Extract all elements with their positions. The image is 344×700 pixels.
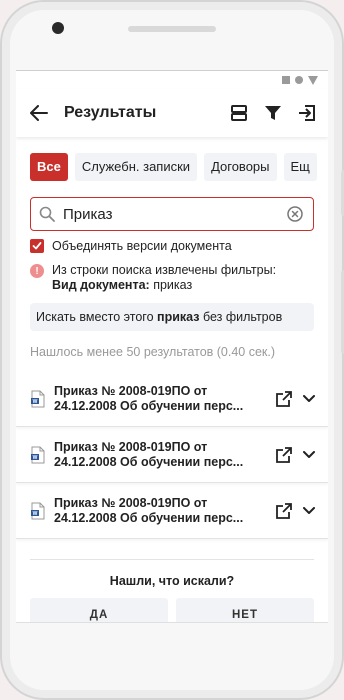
- logout-icon[interactable]: [296, 102, 318, 124]
- search-without-filters-button[interactable]: Искать вместо этого приказ без фильтров: [30, 303, 314, 331]
- merge-versions-label: Объединять версии документа: [52, 239, 232, 253]
- filter-key: Вид документа:: [52, 278, 150, 292]
- search-field[interactable]: Приказ: [30, 197, 314, 231]
- search-input[interactable]: Приказ: [63, 206, 287, 223]
- search-icon: [39, 205, 57, 223]
- status-square-icon: [282, 76, 290, 84]
- result-title-line: Приказ № 2008-019ПО от: [54, 383, 208, 398]
- alt-search-term: приказ: [157, 310, 200, 324]
- result-title-line: Приказ № 2008-019ПО от: [54, 439, 208, 454]
- clear-icon[interactable]: [287, 205, 305, 223]
- open-external-icon[interactable]: [274, 389, 294, 409]
- svg-text:W: W: [33, 511, 38, 517]
- chip-more[interactable]: Ещ: [283, 153, 317, 181]
- alt-search-prefix: Искать вместо этого: [36, 310, 158, 324]
- word-doc-icon: W: [30, 446, 46, 464]
- result-item[interactable]: W Приказ № 2008-019ПО от 24.12.2008 Об о…: [16, 483, 328, 539]
- result-title-line: 24.12.2008 Об обучении перс...: [54, 454, 244, 469]
- notice-line: Из строки поиска извлечены фильтры:: [52, 263, 277, 277]
- extracted-filters-notice: ! Из строки поиска извлечены фильтры: Ви…: [30, 263, 314, 293]
- chevron-down-icon[interactable]: [300, 390, 318, 408]
- no-button[interactable]: НЕТ: [176, 598, 314, 622]
- result-item[interactable]: W Приказ № 2008-019ПО от 24.12.2008 Об о…: [16, 371, 328, 427]
- feedback-question: Нашли, что искали?: [109, 574, 235, 588]
- view-toggle-icon[interactable]: [228, 102, 250, 124]
- svg-text:W: W: [33, 399, 38, 405]
- results-list: W Приказ № 2008-019ПО от 24.12.2008 Об о…: [16, 371, 328, 539]
- chevron-down-icon[interactable]: [300, 446, 318, 464]
- app-bar: Результаты: [16, 89, 328, 137]
- result-item[interactable]: W Приказ № 2008-019ПО от 24.12.2008 Об о…: [16, 427, 328, 483]
- alt-search-suffix: без фильтров: [199, 310, 283, 324]
- result-title-line: 24.12.2008 Об обучении перс...: [54, 510, 244, 525]
- filter-icon[interactable]: [262, 102, 284, 124]
- status-triangle-icon: [308, 75, 318, 85]
- page-title: Результаты: [64, 104, 157, 121]
- result-title: Приказ № 2008-019ПО от 24.12.2008 Об обу…: [54, 496, 270, 526]
- yes-button[interactable]: ДА: [30, 598, 168, 622]
- open-external-icon[interactable]: [274, 501, 294, 521]
- back-arrow-icon[interactable]: [30, 102, 52, 124]
- open-external-icon[interactable]: [274, 445, 294, 465]
- status-bar: [16, 71, 328, 89]
- results-count: Нашлось менее 50 результатов (0.40 сек.): [30, 345, 276, 359]
- merge-versions-checkbox[interactable]: [30, 239, 44, 253]
- merge-versions-row[interactable]: Объединять версии документа: [30, 239, 314, 253]
- feedback-section: Нашли, что искали? ДА НЕТ: [30, 559, 314, 622]
- feedback-buttons: ДА НЕТ: [30, 598, 314, 622]
- chip-memos[interactable]: Служебн. записки: [74, 153, 198, 181]
- screen: Результаты Все Служебн. записки Договоры…: [16, 70, 328, 622]
- filter-chips: Все Служебн. записки Договоры Ещ: [16, 153, 328, 181]
- info-icon: !: [30, 264, 44, 278]
- result-title-line: 24.12.2008 Об обучении перс...: [54, 398, 244, 413]
- extracted-filters-text: Из строки поиска извлечены фильтры: Вид …: [52, 263, 276, 293]
- result-title: Приказ № 2008-019ПО от 24.12.2008 Об обу…: [54, 440, 270, 470]
- svg-text:W: W: [33, 455, 38, 461]
- result-title-line: Приказ № 2008-019ПО от: [54, 495, 208, 510]
- chevron-down-icon[interactable]: [300, 502, 318, 520]
- phone-bottom-bezel: [16, 622, 328, 684]
- word-doc-icon: W: [30, 390, 46, 408]
- status-circle-icon: [295, 76, 303, 84]
- filter-value: приказ: [149, 278, 193, 292]
- chip-contracts[interactable]: Договоры: [204, 153, 277, 181]
- result-title: Приказ № 2008-019ПО от 24.12.2008 Об обу…: [54, 384, 270, 414]
- phone-camera: [52, 22, 64, 34]
- chip-all[interactable]: Все: [30, 153, 68, 181]
- word-doc-icon: W: [30, 502, 46, 520]
- phone-speaker: [128, 26, 216, 32]
